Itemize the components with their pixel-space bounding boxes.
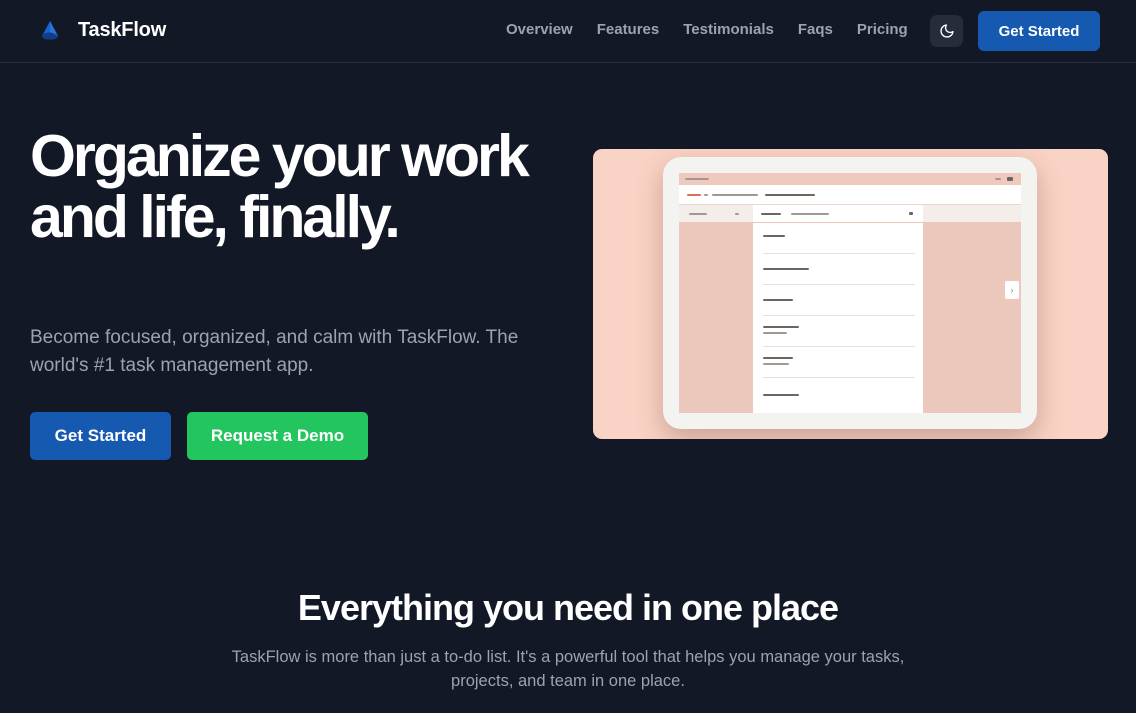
screen-status-bar (679, 173, 1021, 185)
screen-chevron-right-icon: › (1005, 281, 1019, 299)
moon-icon (939, 24, 954, 38)
brand-name: TaskFlow (78, 18, 167, 41)
nav-links: Overview Features Testimonials Faqs Pric… (506, 21, 932, 38)
brand[interactable]: TaskFlow (38, 18, 166, 42)
triangle-logo-icon (42, 21, 58, 40)
hero-image: › (593, 149, 1108, 439)
tablet-screen: › (679, 173, 1021, 413)
get-started-nav-button[interactable]: Get Started (978, 11, 1100, 51)
nav-link-testimonials[interactable]: Testimonials (683, 21, 774, 38)
nav-link-faqs[interactable]: Faqs (798, 21, 833, 38)
features-section-title: Everything you need in one place (297, 587, 839, 628)
top-navbar: TaskFlow Overview Features Testimonials … (0, 0, 1136, 63)
screen-tabs (679, 205, 1021, 222)
screen-toolbar (679, 185, 1021, 205)
hero-subtitle: Become focused, organized, and calm with… (30, 327, 519, 376)
features-section-description: TaskFlow is more than just a to-do list.… (231, 648, 905, 690)
nav-link-pricing[interactable]: Pricing (857, 21, 908, 38)
theme-toggle-button[interactable] (930, 15, 963, 47)
nav-link-features[interactable]: Features (597, 21, 660, 38)
get-started-button[interactable]: Get Started (30, 412, 171, 460)
hero-title: Organize your work and life, finally. (30, 123, 530, 250)
screen-task-panel (753, 223, 923, 413)
tablet-mockup: › (663, 157, 1037, 429)
nav-link-overview[interactable]: Overview (506, 21, 573, 38)
request-demo-button[interactable]: Request a Demo (187, 412, 368, 460)
